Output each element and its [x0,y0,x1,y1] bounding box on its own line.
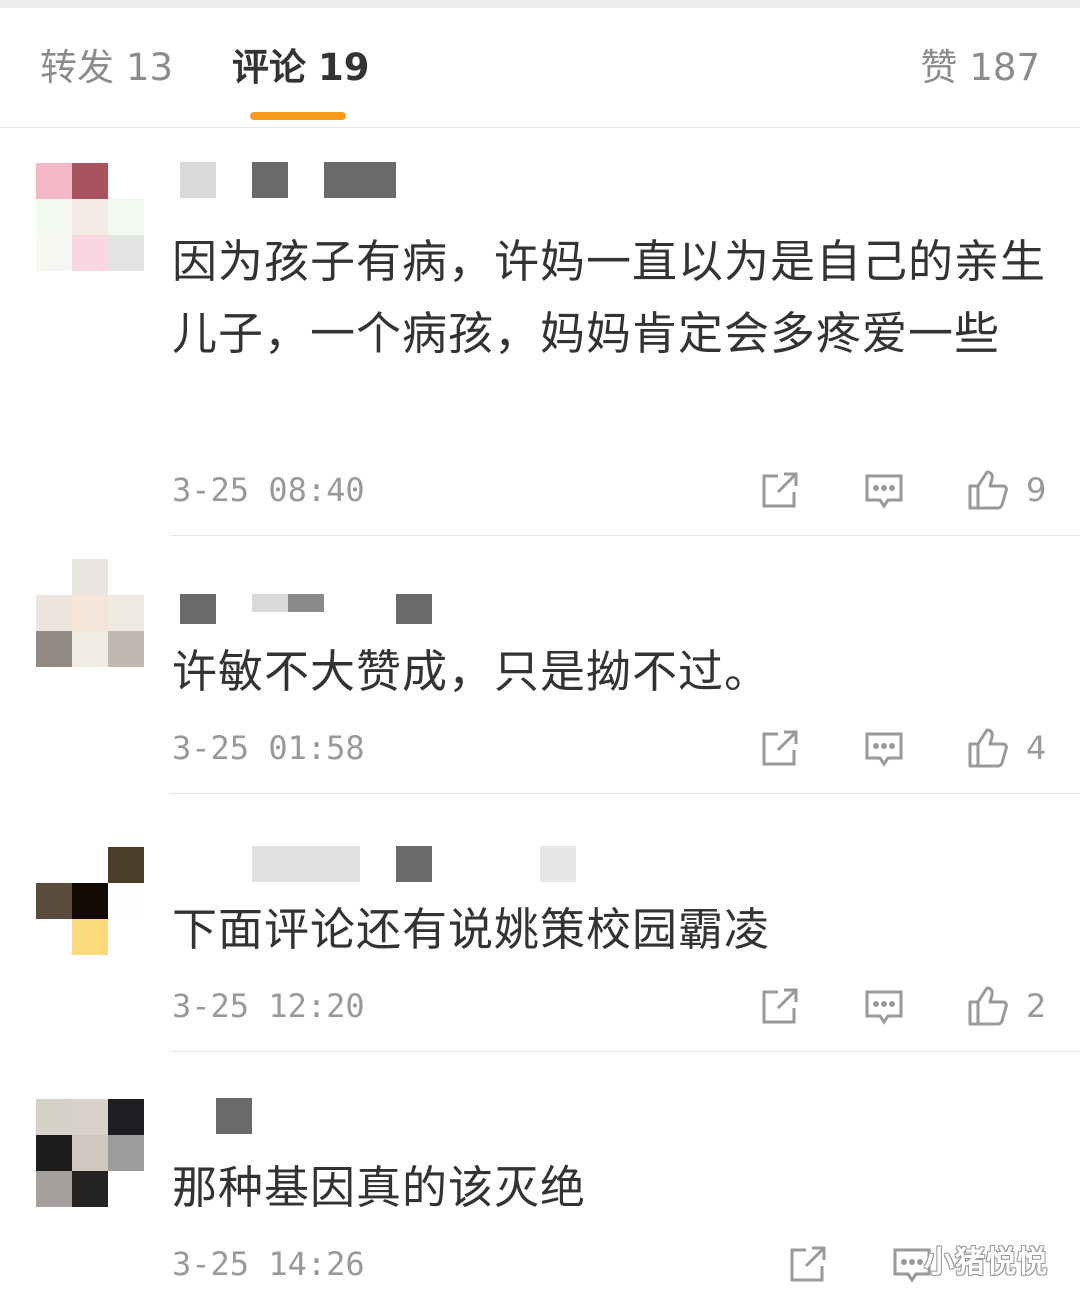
avatar[interactable] [36,847,144,955]
share-icon[interactable] [786,1242,830,1286]
username-redacted[interactable] [172,594,452,634]
avatar[interactable] [36,559,144,667]
watermark: 小猪悦悦 [924,1245,1048,1280]
username-redacted[interactable] [172,162,412,202]
avatar[interactable] [36,1099,144,1207]
tab-repost-count: 13 [126,46,174,89]
tab-comments[interactable]: 评论 19 [232,46,370,90]
comment-meta: 3-25 12:20 2 [172,984,1052,1028]
comment-item: 许敏不大赞成，只是拗不过。 3-25 01:58 4 [0,536,1080,794]
like-count: 2 [1026,987,1047,1025]
tab-comments-count: 19 [318,46,370,89]
comment-text: 因为孩子有病，许妈一直以为是自己的亲生儿子，一个病孩，妈妈肯定会多疼爱一些 [172,235,1047,360]
comment-item: 那种基因真的该灭绝 3-25 14:26 [0,1052,1080,1304]
share-icon[interactable] [758,468,802,512]
comment-text: 下面评论还有说姚策校园霸凌 [172,903,771,956]
thumbs-up-icon[interactable] [966,726,1010,770]
thumbs-up-icon[interactable] [966,468,1010,512]
tab-bar: 转发 13 评论 19 赞 187 [0,8,1080,128]
comment-time: 3-25 08:40 [172,471,365,509]
comment-item: 因为孩子有病，许妈一直以为是自己的亲生儿子，一个病孩，妈妈肯定会多疼爱一些 3-… [0,128,1080,536]
comment-time: 3-25 14:26 [172,1245,365,1283]
tab-repost-label: 转发 [40,46,114,89]
tab-likes-label: 赞 [920,46,958,89]
comment-time: 3-25 01:58 [172,729,365,767]
thumbs-up-icon[interactable] [966,984,1010,1028]
comment-meta: 3-25 08:40 9 [172,468,1052,512]
comment-text: 那种基因真的该灭绝 [172,1161,587,1214]
comment-icon[interactable] [862,984,906,1028]
comment-meta: 3-25 14:26 [172,1242,1052,1286]
tab-repost[interactable]: 转发 13 [40,46,173,90]
tab-likes[interactable]: 赞 187 [920,46,1040,90]
share-icon[interactable] [758,726,802,770]
tab-likes-count: 187 [969,46,1040,89]
username-redacted[interactable] [172,1098,292,1138]
comment-icon[interactable] [862,468,906,512]
comment-meta: 3-25 01:58 4 [172,726,1052,770]
top-strip [0,0,1080,8]
active-tab-indicator [250,112,346,120]
like-count: 9 [1026,471,1047,509]
like-count: 4 [1026,729,1047,767]
username-redacted[interactable] [172,846,592,886]
share-icon[interactable] [758,984,802,1028]
comment-icon[interactable] [862,726,906,770]
tab-comments-label: 评论 [232,46,306,89]
comment-time: 3-25 12:20 [172,987,365,1025]
comment-text: 许敏不大赞成，只是拗不过。 [172,645,771,698]
comment-item: 下面评论还有说姚策校园霸凌 3-25 12:20 2 [0,794,1080,1052]
avatar[interactable] [36,163,144,271]
